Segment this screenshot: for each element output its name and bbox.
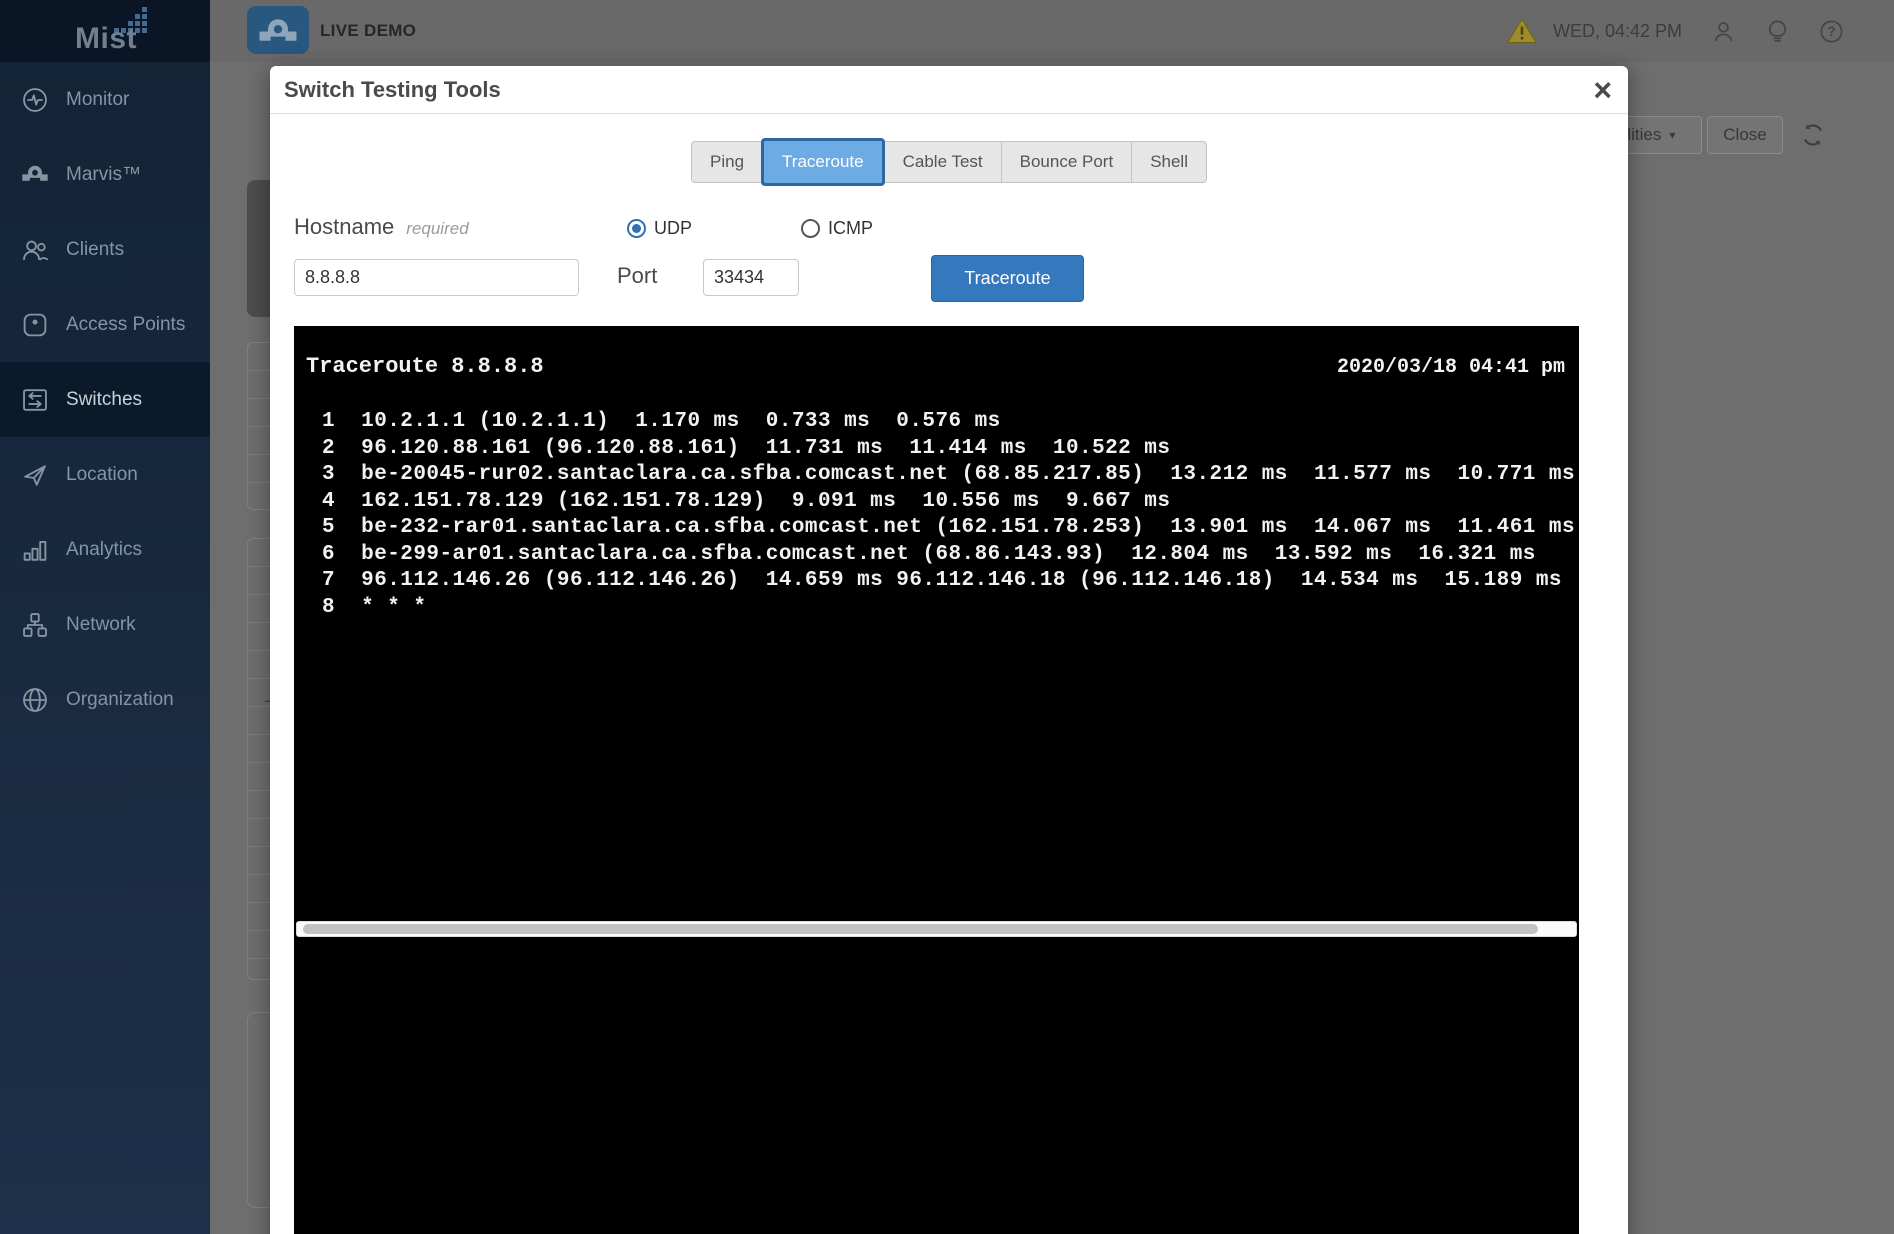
sidebar-item-location[interactable]: Location bbox=[0, 437, 210, 512]
radio-selected-icon[interactable] bbox=[627, 219, 646, 238]
switches-icon bbox=[20, 385, 50, 415]
page-close-button[interactable]: Close bbox=[1707, 116, 1783, 154]
close-icon[interactable]: × bbox=[1593, 70, 1612, 110]
hostname-label: Hostname required bbox=[294, 214, 469, 240]
protocol-radio-icmp[interactable]: ICMP bbox=[801, 218, 873, 239]
sidebar: Mist Monitor Marvis™ Clients Access Points S… bbox=[0, 0, 210, 1234]
traceroute-hop-line: 5 be-232-rar01.santaclara.ca.sfba.comcas… bbox=[322, 516, 1575, 539]
protocol-label: ICMP bbox=[828, 218, 873, 238]
traceroute-hop-line: 3 be-20045-rur02.santaclara.ca.sfba.comc… bbox=[322, 463, 1575, 486]
terminal-timestamp: 2020/03/18 04:41 pm bbox=[1336, 356, 1565, 379]
sidebar-item-label: Network bbox=[66, 613, 136, 635]
traceroute-hops: 1 10.2.1.1 (10.2.1.1) 1.170 ms 0.733 ms … bbox=[294, 409, 1579, 621]
terminal-header: Traceroute 8.8.8.8 2020/03/18 04:41 pm bbox=[294, 326, 1579, 379]
mist-logo: Mist bbox=[0, 0, 210, 62]
network-icon bbox=[20, 610, 50, 640]
page-close-label: Close bbox=[1723, 125, 1767, 144]
org-badge[interactable] bbox=[247, 6, 309, 54]
warning-icon[interactable] bbox=[1506, 17, 1538, 45]
tab-traceroute[interactable]: Traceroute bbox=[761, 138, 885, 186]
modal-header: Switch Testing Tools × bbox=[270, 66, 1628, 114]
horizontal-scrollbar[interactable] bbox=[296, 921, 1577, 937]
traceroute-hop-line: 1 10.2.1.1 (10.2.1.1) 1.170 ms 0.733 ms … bbox=[322, 410, 1001, 433]
sidebar-item-monitor[interactable]: Monitor bbox=[0, 62, 210, 137]
test-type-tabs: Ping Traceroute Cable Test Bounce Port Shell bbox=[691, 138, 1207, 186]
sidebar-item-switches[interactable]: Switches bbox=[0, 362, 210, 437]
location-icon bbox=[20, 460, 50, 490]
hostname-input[interactable] bbox=[294, 259, 579, 296]
tab-bounce-port[interactable]: Bounce Port bbox=[1000, 142, 1132, 182]
organization-icon bbox=[20, 685, 50, 715]
help-icon[interactable]: ? bbox=[1818, 18, 1845, 45]
tab-cable-test[interactable]: Cable Test bbox=[883, 142, 1001, 182]
user-icon[interactable] bbox=[1710, 18, 1737, 45]
monitor-icon bbox=[20, 85, 50, 115]
traceroute-hop-line: 7 96.112.146.26 (96.112.146.26) 14.659 m… bbox=[322, 569, 1562, 592]
tab-shell[interactable]: Shell bbox=[1131, 142, 1206, 182]
access-points-icon bbox=[20, 310, 50, 340]
radio-unselected-icon[interactable] bbox=[801, 219, 820, 238]
tab-ping[interactable]: Ping bbox=[692, 142, 762, 182]
sidebar-item-label: Marvis™ bbox=[66, 163, 141, 185]
port-label: Port bbox=[617, 263, 658, 288]
lightbulb-icon[interactable] bbox=[1764, 18, 1791, 45]
mist-logo-wordmark: Mist bbox=[75, 22, 137, 55]
svg-text:?: ? bbox=[1827, 24, 1835, 39]
terminal-title: Traceroute 8.8.8.8 bbox=[306, 354, 544, 379]
refresh-icon[interactable] bbox=[1800, 122, 1826, 148]
sidebar-item-label: Switches bbox=[66, 388, 143, 410]
hostname-label-text: Hostname bbox=[294, 214, 395, 239]
traceroute-hop-line: 4 162.151.78.129 (162.151.78.129) 9.091 … bbox=[322, 489, 1171, 513]
traceroute-submit-button[interactable]: Traceroute bbox=[931, 255, 1084, 302]
app-canvas: Mist Monitor Marvis™ Clients Access Points S… bbox=[0, 0, 1894, 1234]
protocol-label: UDP bbox=[654, 218, 693, 238]
analytics-icon bbox=[20, 535, 50, 565]
sidebar-item-network[interactable]: Network bbox=[0, 587, 210, 662]
sidebar-item-access-points[interactable]: Access Points bbox=[0, 287, 210, 362]
sidebar-item-label: Access Points bbox=[66, 313, 186, 335]
top-bar: LIVE DEMO WED, 04:42 PM ? bbox=[210, 0, 1894, 62]
sidebar-item-organization[interactable]: Organization bbox=[0, 662, 210, 737]
protocol-radio-udp[interactable]: UDP bbox=[627, 218, 692, 239]
sidebar-item-label: Monitor bbox=[66, 88, 130, 110]
sidebar-item-label: Clients bbox=[66, 238, 125, 260]
traceroute-hop-line: 6 be-299-ar01.santaclara.ca.sfba.comcast… bbox=[322, 542, 1536, 566]
sidebar-item-marvis[interactable]: Marvis™ bbox=[0, 137, 210, 212]
sidebar-item-analytics[interactable]: Analytics bbox=[0, 512, 210, 587]
marvis-icon bbox=[20, 160, 50, 190]
required-hint: required bbox=[406, 219, 469, 238]
sidebar-item-clients[interactable]: Clients bbox=[0, 212, 210, 287]
clock-text: WED, 04:42 PM bbox=[1553, 20, 1683, 41]
switch-testing-tools-modal: Switch Testing Tools × Ping Traceroute Cab… bbox=[270, 66, 1628, 1234]
org-label: LIVE DEMO bbox=[320, 21, 417, 40]
scrollbar-thumb[interactable] bbox=[303, 924, 1538, 934]
chevron-down-icon: ▾ bbox=[1669, 128, 1676, 142]
sidebar-item-label: Organization bbox=[66, 688, 174, 710]
sidebar-item-label: Location bbox=[66, 463, 138, 485]
sidebar-nav: Monitor Marvis™ Clients Access Points Switch… bbox=[0, 62, 210, 737]
sidebar-item-label: Analytics bbox=[66, 538, 143, 560]
traceroute-hop-line: 8 * * * bbox=[322, 595, 427, 619]
traceroute-output-terminal: Traceroute 8.8.8.8 2020/03/18 04:41 pm 1… bbox=[294, 326, 1579, 1234]
clients-icon bbox=[20, 235, 50, 265]
modal-title: Switch Testing Tools bbox=[284, 77, 501, 102]
traceroute-hop-line: 2 96.120.88.161 (96.120.88.161) 11.731 m… bbox=[322, 436, 1171, 460]
port-input[interactable] bbox=[703, 259, 799, 296]
